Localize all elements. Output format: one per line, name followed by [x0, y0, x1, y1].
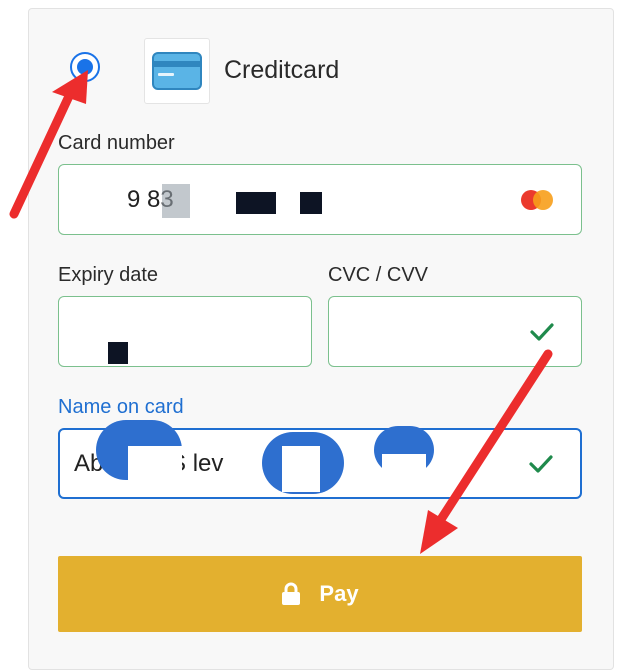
- redaction-mask: [236, 192, 276, 214]
- pay-button-label: Pay: [319, 581, 359, 606]
- redaction-mask: [282, 446, 320, 492]
- redaction-mask: [108, 342, 128, 364]
- payment-method-label: Creditcard: [224, 56, 340, 84]
- expiry-date-label: Expiry date: [58, 264, 159, 286]
- redaction-mask: [382, 454, 426, 478]
- cvc-label: CVC / CVV: [328, 264, 429, 286]
- name-on-card-label: Name on card: [58, 396, 184, 418]
- creditcard-radio[interactable]: [70, 52, 100, 82]
- redaction-mask: [128, 446, 182, 490]
- redaction-mask: [330, 300, 390, 345]
- pay-button[interactable]: Pay: [58, 556, 582, 632]
- lock-icon: [282, 582, 301, 605]
- redaction-mask: [80, 168, 128, 208]
- mastercard-icon: [521, 189, 555, 210]
- redaction-mask: [70, 300, 300, 360]
- redaction-mask: [162, 184, 190, 218]
- check-icon: [530, 322, 554, 341]
- card-number-label: Card number: [58, 132, 175, 154]
- credit-card-icon: [144, 38, 210, 104]
- check-icon: [529, 454, 553, 473]
- redaction-mask: [300, 192, 322, 214]
